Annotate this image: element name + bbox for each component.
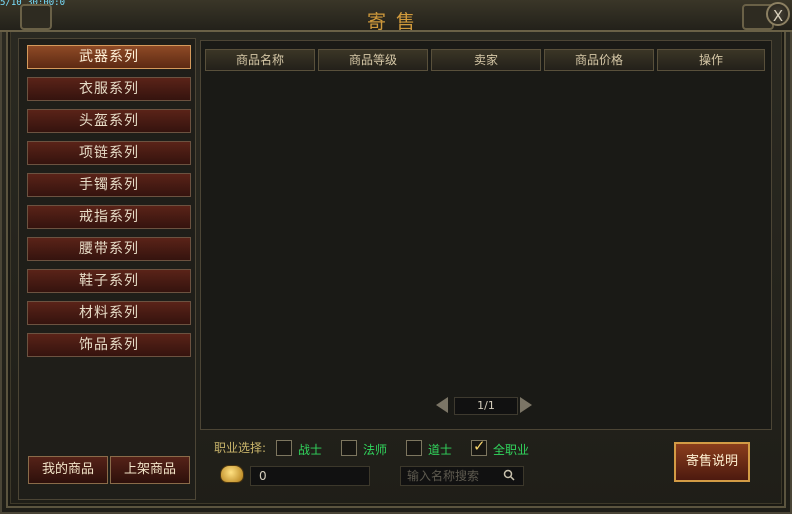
warrior-checkbox[interactable] [276,440,292,456]
taoist-checkbox[interactable] [406,440,422,456]
checkmark-icon: ✓ [473,437,486,455]
close-button[interactable]: X [766,2,790,26]
category-item-accessories[interactable]: 饰品系列 [27,333,191,357]
category-item-belts[interactable]: 腰带系列 [27,237,191,261]
table-header-seller[interactable]: 卖家 [431,49,541,71]
category-item-weapons[interactable]: 武器系列 [27,45,191,69]
taoist-label: 道士 [428,443,453,457]
category-item-bracelets[interactable]: 手镯系列 [27,173,191,197]
table-header-level[interactable]: 商品等级 [318,49,428,71]
table-header-price[interactable]: 商品价格 [544,49,654,71]
search-icon[interactable] [503,469,515,481]
all-jobs-checkbox[interactable]: ✓ [471,437,487,456]
my-items-button[interactable]: 我的商品 [28,456,108,484]
category-item-helmets[interactable]: 头盔系列 [27,109,191,133]
category-item-necklaces[interactable]: 项链系列 [27,141,191,165]
listing-panel: 商品名称 商品等级 卖家 商品价格 操作 [200,40,772,430]
category-item-clothes[interactable]: 衣服系列 [27,77,191,101]
all-jobs-label: 全职业 [493,443,530,457]
mage-checkbox[interactable] [341,440,357,456]
mage-label: 法师 [363,443,388,457]
warrior-label: 战士 [298,443,323,457]
table-header-name[interactable]: 商品名称 [205,49,315,71]
search-input[interactable]: 输入名称搜索 [400,466,524,486]
job-filter-label: 职业选择: [214,441,267,455]
window-title: 寄售 [366,11,425,33]
category-panel: 武器系列 衣服系列 头盔系列 项链系列 手镯系列 戒指系列 腰带系列 鞋子系列 … [18,38,196,500]
page-number: 1/1 [454,397,518,415]
pagination: 1/1 [436,396,536,416]
previous-page-icon[interactable] [436,397,448,413]
list-item-button[interactable]: 上架商品 [110,456,190,484]
title-bar: 5/10 30:00:0 寄售 X [0,0,792,33]
next-page-icon[interactable] [520,397,532,413]
gold-ingot-icon [221,466,243,482]
category-item-materials[interactable]: 材料系列 [27,301,191,325]
category-item-shoes[interactable]: 鞋子系列 [27,269,191,293]
table-header-action[interactable]: 操作 [657,49,765,71]
money-amount: 0 [250,466,370,486]
consignment-info-button[interactable]: 寄售说明 [674,442,750,482]
category-item-rings[interactable]: 戒指系列 [27,205,191,229]
